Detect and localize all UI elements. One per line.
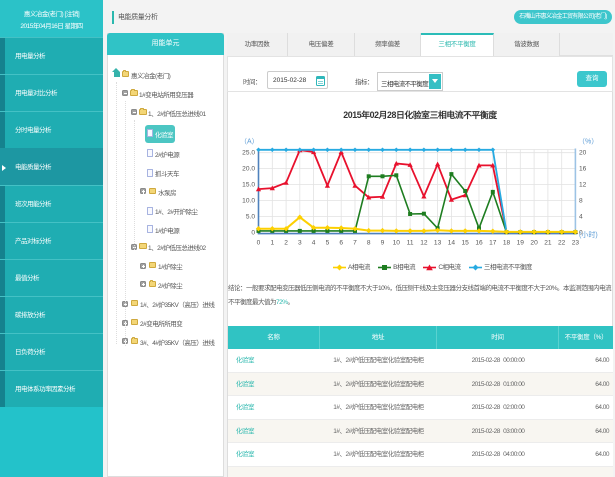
svg-text:12: 12 xyxy=(579,182,587,189)
svg-text:15: 15 xyxy=(462,240,470,247)
svg-text:20: 20 xyxy=(530,240,538,247)
svg-text:22: 22 xyxy=(558,240,566,247)
svg-text:20: 20 xyxy=(579,150,587,157)
svg-text:11: 11 xyxy=(407,240,414,247)
svg-text:13: 13 xyxy=(434,240,442,247)
svg-text:15.0: 15.0 xyxy=(242,182,255,189)
svg-text:4: 4 xyxy=(579,214,583,221)
svg-text:(小时): (小时) xyxy=(579,230,598,239)
svg-text:20.0: 20.0 xyxy=(242,166,255,173)
svg-text:21: 21 xyxy=(544,240,552,247)
svg-text:6: 6 xyxy=(339,240,343,247)
svg-text:17: 17 xyxy=(489,240,497,247)
svg-text:0: 0 xyxy=(257,240,261,247)
svg-text:14: 14 xyxy=(448,240,456,247)
svg-text:8: 8 xyxy=(367,240,371,247)
svg-text:3: 3 xyxy=(298,240,302,247)
svg-text:12: 12 xyxy=(420,240,428,247)
svg-text:25.0: 25.0 xyxy=(242,150,255,157)
svg-text:8: 8 xyxy=(579,198,583,205)
svg-text:5.0: 5.0 xyxy=(246,214,255,221)
svg-text:（%）: （%） xyxy=(578,138,598,146)
svg-text:（A）: （A） xyxy=(240,138,259,146)
svg-text:2: 2 xyxy=(284,240,288,247)
svg-text:19: 19 xyxy=(517,240,525,247)
svg-text:16: 16 xyxy=(579,166,587,173)
svg-text:5: 5 xyxy=(326,240,330,247)
svg-text:0: 0 xyxy=(251,230,255,237)
svg-text:4: 4 xyxy=(312,240,316,247)
svg-text:18: 18 xyxy=(503,240,511,247)
svg-text:7: 7 xyxy=(353,240,357,247)
svg-text:10.0: 10.0 xyxy=(242,198,255,205)
svg-text:9: 9 xyxy=(381,240,385,247)
svg-text:16: 16 xyxy=(475,240,483,247)
svg-text:1: 1 xyxy=(270,240,274,247)
svg-text:10: 10 xyxy=(393,240,401,247)
svg-text:23: 23 xyxy=(572,240,580,247)
